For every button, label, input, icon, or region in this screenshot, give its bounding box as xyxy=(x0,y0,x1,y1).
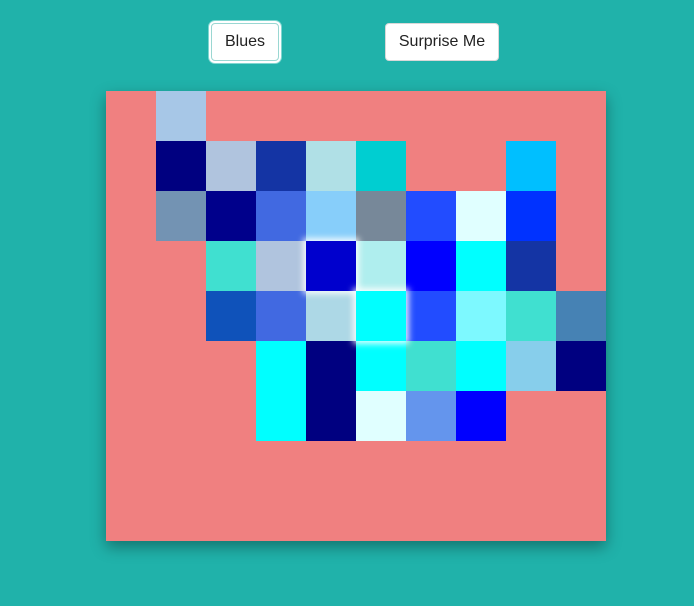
pixel-cell[interactable] xyxy=(206,191,256,241)
pixel-cell[interactable] xyxy=(156,191,206,241)
pixel-cell[interactable] xyxy=(456,341,506,391)
pixel-cell[interactable] xyxy=(256,191,306,241)
pixel-cell[interactable] xyxy=(406,191,456,241)
pixel-cell[interactable] xyxy=(306,141,356,191)
pixel-cell[interactable] xyxy=(306,191,356,241)
pixel-cell[interactable] xyxy=(256,391,306,441)
pixel-cell[interactable] xyxy=(256,241,306,291)
pixel-cell[interactable] xyxy=(406,391,456,441)
pixel-cell[interactable] xyxy=(156,91,206,141)
pixel-cell[interactable] xyxy=(306,391,356,441)
pixel-cell[interactable] xyxy=(356,341,406,391)
pixel-cell[interactable] xyxy=(456,191,506,241)
pixel-cell[interactable] xyxy=(506,341,556,391)
pixel-cell[interactable] xyxy=(506,191,556,241)
pixel-cell[interactable] xyxy=(556,291,606,341)
pixel-cell[interactable] xyxy=(456,241,506,291)
pixel-grid-canvas[interactable] xyxy=(106,91,606,541)
pixel-cell[interactable] xyxy=(406,241,456,291)
surprise-me-button[interactable]: Surprise Me xyxy=(385,23,499,61)
pixel-cell[interactable] xyxy=(356,291,406,341)
pixel-cell[interactable] xyxy=(356,391,406,441)
pixel-cell[interactable] xyxy=(356,141,406,191)
pixel-cell[interactable] xyxy=(256,291,306,341)
blues-button[interactable]: Blues xyxy=(211,23,279,61)
pixel-cell[interactable] xyxy=(306,341,356,391)
pixel-cell[interactable] xyxy=(256,341,306,391)
pixel-cell[interactable] xyxy=(256,141,306,191)
pixel-cell[interactable] xyxy=(506,291,556,341)
pixel-cell[interactable] xyxy=(456,391,506,441)
pixel-cell[interactable] xyxy=(506,241,556,291)
pixel-cell[interactable] xyxy=(556,341,606,391)
pixel-cell[interactable] xyxy=(506,141,556,191)
pixel-cell[interactable] xyxy=(456,291,506,341)
pixel-cell[interactable] xyxy=(306,291,356,341)
pixel-cell[interactable] xyxy=(206,141,256,191)
pixel-cell[interactable] xyxy=(406,291,456,341)
pixel-cell[interactable] xyxy=(356,191,406,241)
pixel-cell[interactable] xyxy=(206,241,256,291)
pixel-cell[interactable] xyxy=(156,141,206,191)
pixel-cell[interactable] xyxy=(356,241,406,291)
pixel-cell[interactable] xyxy=(306,241,356,291)
pixel-cell[interactable] xyxy=(206,291,256,341)
pixel-cell[interactable] xyxy=(406,341,456,391)
